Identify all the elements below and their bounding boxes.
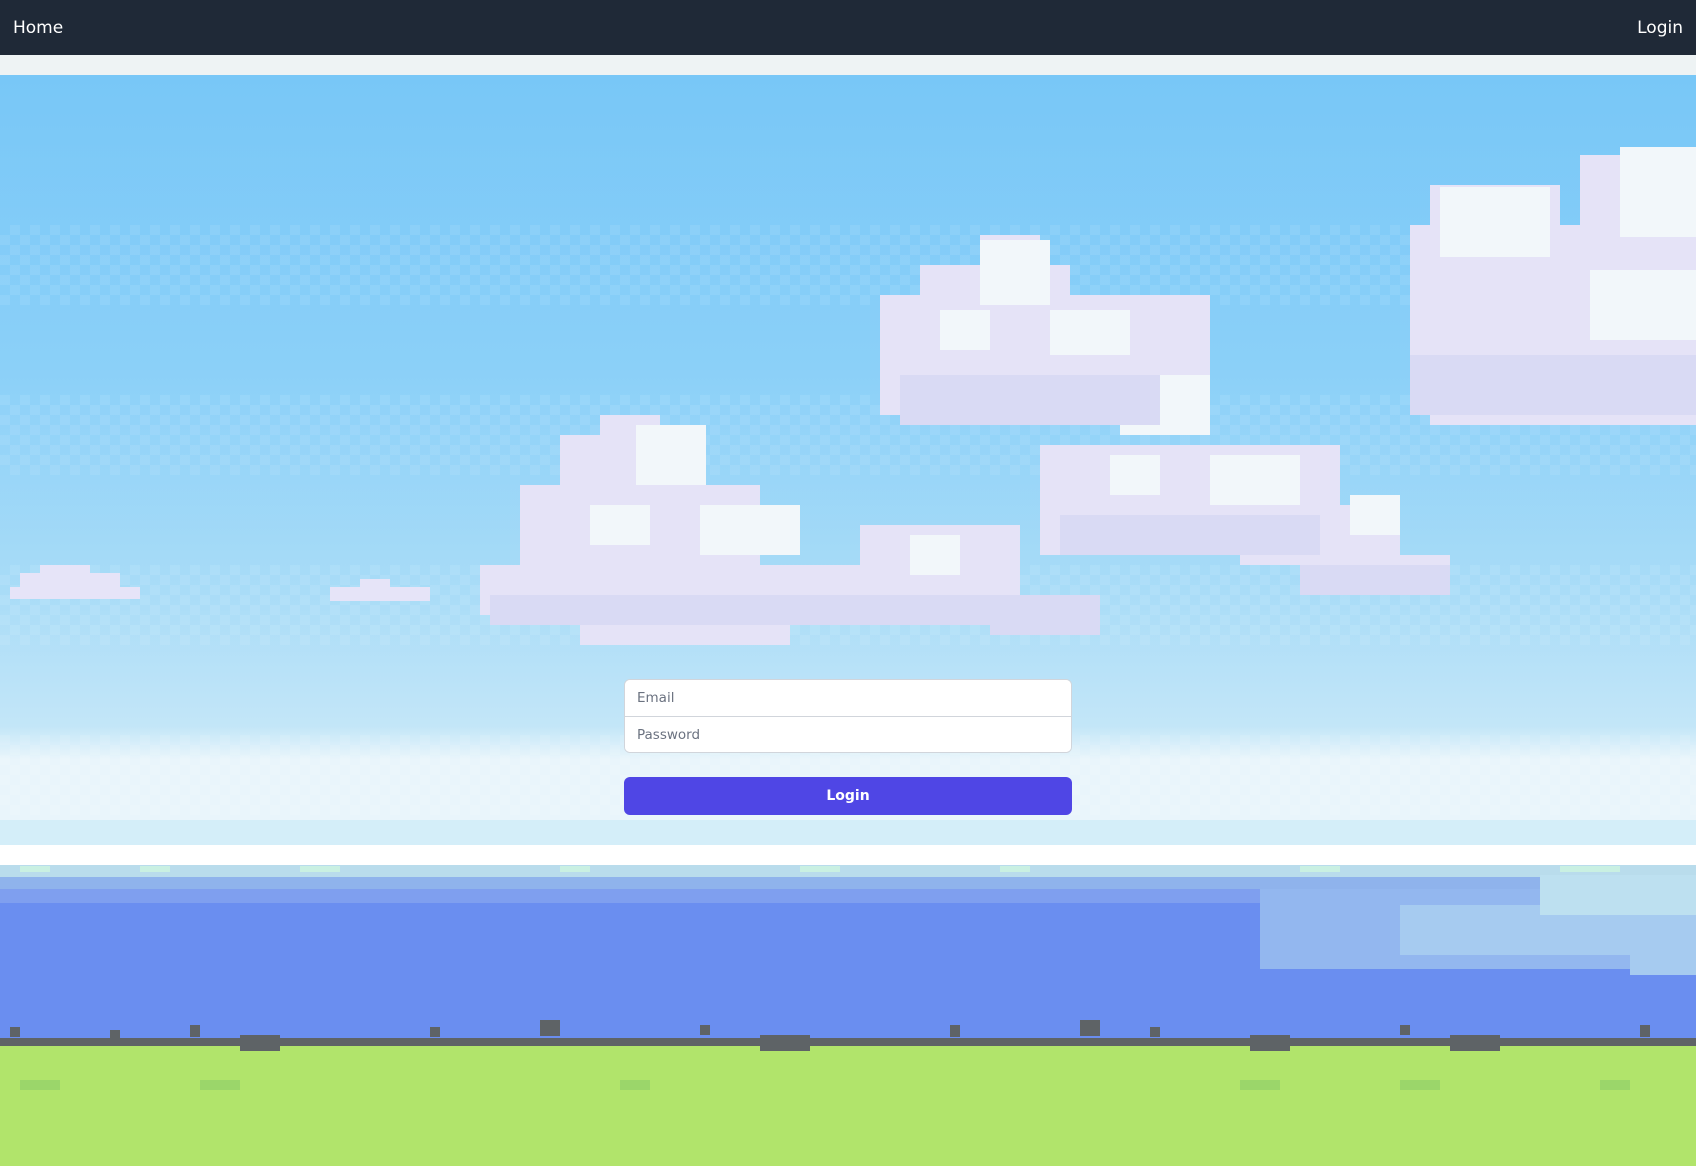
sky-landscape-illustration — [0, 75, 1696, 1166]
login-submit-button[interactable]: Login — [624, 777, 1072, 815]
home-link[interactable]: Home — [13, 18, 63, 38]
login-link[interactable]: Login — [1637, 18, 1683, 38]
credentials-field-group — [624, 679, 1072, 753]
email-input[interactable] — [625, 680, 1071, 716]
nav-spacer — [0, 55, 1696, 75]
pixel-art-background — [0, 75, 1696, 1166]
password-input[interactable] — [625, 716, 1071, 752]
top-navbar: Home Login — [0, 0, 1696, 55]
login-form: Login — [624, 679, 1072, 815]
